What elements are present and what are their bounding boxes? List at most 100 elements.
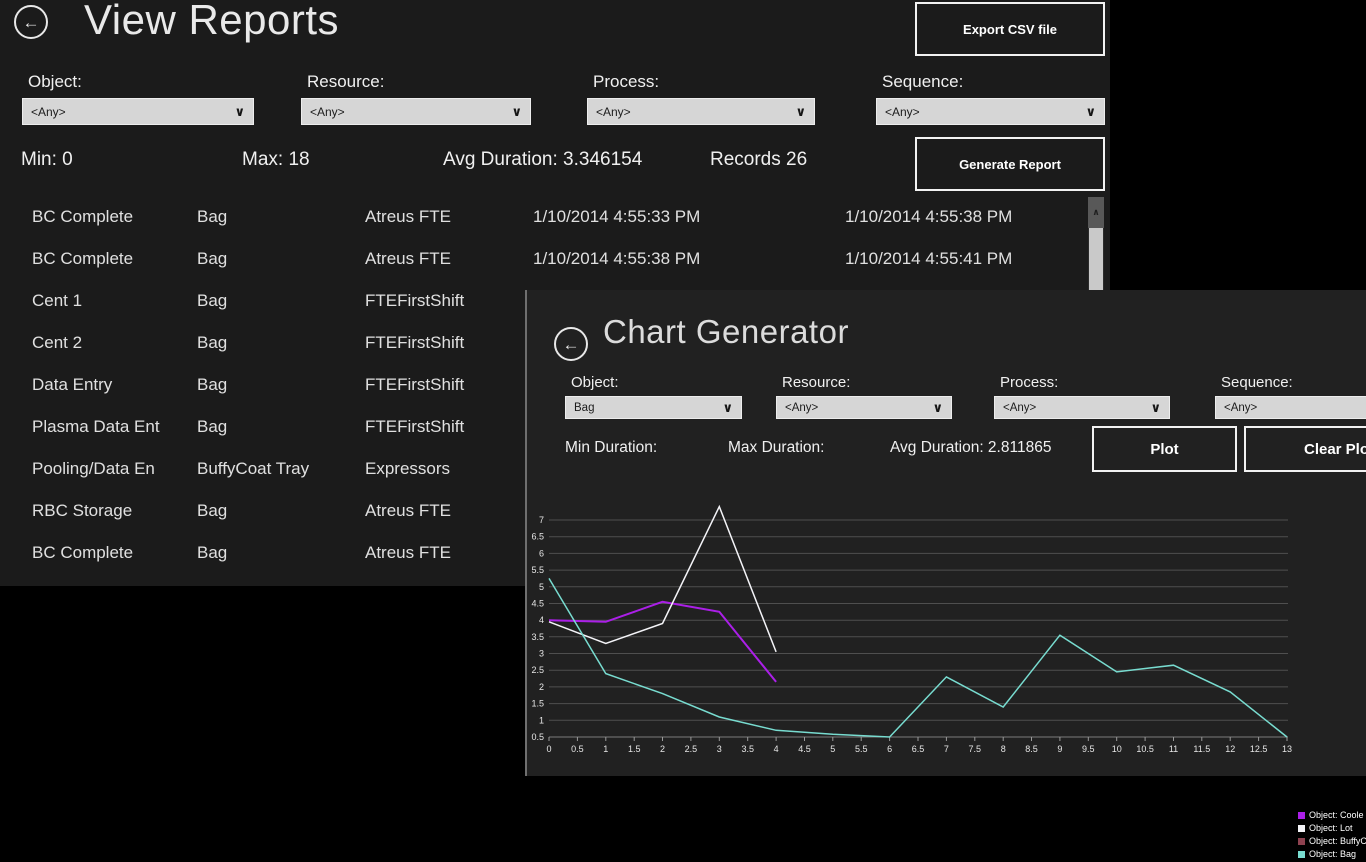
- table-cell: BuffyCoat Tray: [197, 448, 309, 490]
- y-tick-label: 3: [539, 649, 544, 659]
- legend-item: Object: Coole: [1298, 810, 1366, 820]
- page-title: Chart Generator: [603, 308, 849, 356]
- table-cell: BC Complete: [32, 532, 133, 574]
- process-dropdown[interactable]: <Any> ∨: [587, 98, 815, 125]
- chart-legend: Object: CooleObject: LotObject: BuffyCOb…: [1298, 810, 1366, 862]
- object-label: Object:: [571, 374, 742, 391]
- chevron-down-icon: ∨: [234, 105, 245, 118]
- resource-label: Resource:: [782, 374, 952, 391]
- resource-filter: Resource: <Any> ∨: [301, 72, 531, 125]
- table-cell: BC Complete: [32, 196, 133, 238]
- table-cell: FTEFirstShift: [365, 322, 464, 364]
- x-tick-label: 0: [546, 744, 551, 754]
- plot-button[interactable]: Plot: [1092, 426, 1237, 472]
- dropdown-value: <Any>: [885, 105, 920, 119]
- y-tick-label: 4.5: [531, 599, 544, 609]
- table-cell: FTEFirstShift: [365, 406, 464, 448]
- y-tick-label: 4: [539, 615, 544, 625]
- legend-label: Object: Coole: [1309, 810, 1364, 820]
- back-icon[interactable]: ←: [554, 327, 588, 361]
- table-cell: Atreus FTE: [365, 490, 451, 532]
- legend-item: Object: BuffyC: [1298, 836, 1366, 846]
- resource-dropdown[interactable]: <Any> ∨: [776, 396, 952, 419]
- dropdown-value: <Any>: [1224, 402, 1257, 414]
- x-tick-label: 3: [717, 744, 722, 754]
- sequence-dropdown[interactable]: <Any> ∨: [876, 98, 1105, 125]
- y-tick-label: 0.5: [531, 732, 544, 742]
- legend-label: Object: Bag: [1309, 849, 1356, 859]
- dropdown-value: Bag: [574, 402, 594, 414]
- y-tick-label: 5.5: [531, 565, 544, 575]
- legend-swatch: [1298, 838, 1305, 845]
- sequence-dropdown[interactable]: <Any> ∨: [1215, 396, 1366, 419]
- object-dropdown[interactable]: <Any> ∨: [22, 98, 254, 125]
- chevron-down-icon: ∨: [795, 105, 806, 118]
- line-chart: 0.511.522.533.544.555.566.5700.511.522.5…: [527, 490, 1366, 776]
- table-cell: Data Entry: [32, 364, 112, 406]
- table-row[interactable]: BC Complete Bag Atreus FTE 1/10/2014 4:55:3…: [0, 196, 1080, 238]
- y-tick-label: 3.5: [531, 632, 544, 642]
- table-cell: Bag: [197, 238, 227, 280]
- table-cell: 1/10/2014 4:55:41 PM: [845, 238, 1012, 280]
- table-row[interactable]: BC CompleteBagAtreus FTE1/10/2014 4:55:3…: [0, 238, 1080, 280]
- table-cell: 1/10/2014 4:55:38 PM: [845, 196, 1012, 238]
- dropdown-value: <Any>: [1003, 402, 1036, 414]
- y-tick-label: 1: [539, 715, 544, 725]
- table-cell: Expressors: [365, 448, 450, 490]
- generate-report-button[interactable]: Generate Report: [915, 137, 1105, 191]
- chevron-down-icon: ∨: [511, 105, 522, 118]
- table-cell: Bag: [197, 196, 227, 238]
- x-tick-label: 8.5: [1025, 744, 1038, 754]
- object-filter: Object: <Any> ∨: [22, 72, 254, 125]
- y-tick-label: 7: [539, 515, 544, 525]
- y-tick-label: 2: [539, 682, 544, 692]
- back-icon[interactable]: ←: [14, 5, 48, 39]
- table-cell: Pooling/Data En: [32, 448, 155, 490]
- dropdown-value: <Any>: [31, 105, 66, 119]
- x-tick-label: 10.5: [1136, 744, 1154, 754]
- table-cell: FTEFirstShift: [365, 280, 464, 322]
- sequence-label: Sequence:: [1221, 374, 1366, 391]
- process-label: Process:: [1000, 374, 1170, 391]
- table-cell: BC Complete: [32, 238, 133, 280]
- sequence-filter: Sequence: <Any> ∨: [876, 72, 1105, 125]
- scrollbar-up-icon[interactable]: ∧: [1088, 197, 1104, 228]
- table-cell: Bag: [197, 322, 227, 364]
- x-tick-label: 2.5: [685, 744, 698, 754]
- object-label: Object:: [28, 72, 254, 92]
- chevron-down-icon: ∨: [722, 401, 733, 414]
- object-dropdown[interactable]: Bag ∨: [565, 396, 742, 419]
- series-line: [549, 507, 776, 652]
- x-tick-label: 12: [1225, 744, 1235, 754]
- min-duration-stat: Min Duration:: [565, 439, 657, 457]
- table-cell: Cent 2: [32, 322, 82, 364]
- x-tick-label: 6: [887, 744, 892, 754]
- export-csv-button[interactable]: Export CSV file: [915, 2, 1105, 56]
- dropdown-value: <Any>: [785, 402, 818, 414]
- process-dropdown[interactable]: <Any> ∨: [994, 396, 1170, 419]
- resource-dropdown[interactable]: <Any> ∨: [301, 98, 531, 125]
- x-tick-label: 5: [830, 744, 835, 754]
- table-cell: Bag: [197, 364, 227, 406]
- y-tick-label: 6.5: [531, 532, 544, 542]
- process-label: Process:: [593, 72, 815, 92]
- table-cell: Atreus FTE: [365, 532, 451, 574]
- table-cell: RBC Storage: [32, 490, 132, 532]
- legend-label: Object: BuffyC: [1309, 836, 1366, 846]
- desktop: { "icons": { "back": "←", "chevron_down"…: [0, 0, 1366, 776]
- x-tick-label: 0.5: [571, 744, 584, 754]
- table-cell: Atreus FTE: [365, 196, 451, 238]
- resource-filter: Resource: <Any> ∨: [776, 374, 952, 419]
- x-tick-label: 1.5: [628, 744, 641, 754]
- x-tick-label: 5.5: [855, 744, 868, 754]
- page-title: View Reports: [84, 0, 339, 46]
- legend-swatch: [1298, 812, 1305, 819]
- table-cell: Bag: [197, 532, 227, 574]
- duration-chart: 0.511.522.533.544.555.566.5700.511.522.5…: [527, 490, 1366, 776]
- clear-plot-button[interactable]: Clear Plot: [1244, 426, 1366, 472]
- dropdown-value: <Any>: [596, 105, 631, 119]
- legend-item: Object: Bag: [1298, 849, 1366, 859]
- x-tick-label: 10: [1112, 744, 1122, 754]
- x-tick-label: 6.5: [912, 744, 925, 754]
- table-cell: Plasma Data Ent: [32, 406, 160, 448]
